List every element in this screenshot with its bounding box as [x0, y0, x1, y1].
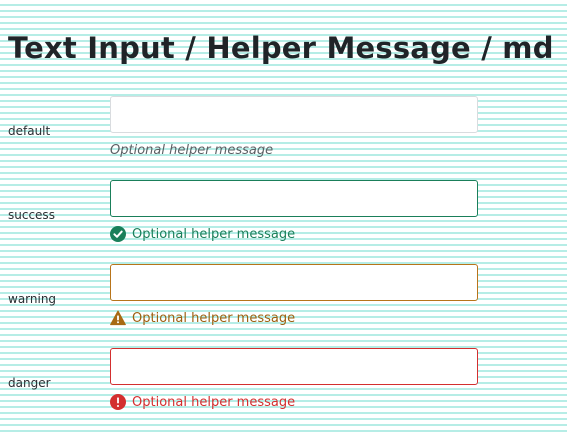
- helper-text-danger: Optional helper message: [132, 394, 296, 410]
- text-input-danger[interactable]: [111, 349, 477, 384]
- text-input-default[interactable]: [111, 97, 477, 132]
- text-input-warning-wrapper: [110, 264, 478, 301]
- helper-text-default: Optional helper message: [110, 143, 274, 158]
- warning-triangle-icon: [110, 310, 126, 326]
- row-label-warning: warning: [8, 292, 57, 306]
- helper-message-warning: Optional helper message: [110, 310, 295, 326]
- helper-message-success: Optional helper message: [110, 226, 295, 242]
- text-input-warning[interactable]: [111, 265, 477, 300]
- row-label-default: default: [8, 124, 51, 138]
- page-title: Text Input / Helper Message / md: [8, 31, 554, 65]
- helper-message-danger: Optional helper message: [110, 394, 295, 410]
- text-input-success-wrapper: [110, 180, 478, 217]
- helper-message-default: Optional helper message: [110, 143, 273, 158]
- row-label-success: success: [8, 208, 55, 222]
- text-input-success[interactable]: [111, 181, 477, 216]
- exclamation-circle-icon: [110, 394, 126, 410]
- row-label-danger: danger: [8, 376, 51, 390]
- text-input-danger-wrapper: [110, 348, 478, 385]
- check-circle-icon: [110, 226, 126, 242]
- helper-text-success: Optional helper message: [132, 226, 296, 242]
- text-input-default-wrapper: [110, 96, 478, 133]
- helper-text-warning: Optional helper message: [132, 310, 296, 326]
